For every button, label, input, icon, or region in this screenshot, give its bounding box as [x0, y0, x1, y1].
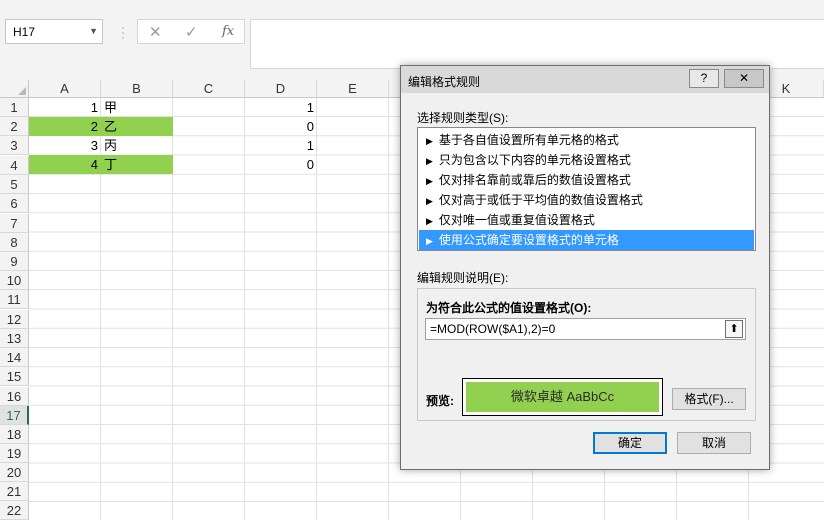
formula-header: 为符合此公式的值设置格式(O):: [426, 301, 592, 315]
cell-a1[interactable]: 1: [29, 98, 101, 117]
row-header-6[interactable]: 6: [0, 194, 29, 213]
triangle-right-icon: ▶: [426, 196, 433, 206]
cell-b1[interactable]: 甲: [101, 98, 173, 117]
rule-type-item-selected[interactable]: ▶ 使用公式确定要设置格式的单元格: [419, 230, 754, 250]
row-header-16[interactable]: 16: [0, 387, 29, 406]
name-box[interactable]: H17 ▼: [5, 19, 103, 44]
select-all-corner[interactable]: [0, 80, 29, 98]
row-header-17[interactable]: 17: [0, 406, 29, 425]
edit-format-rule-dialog: 编辑格式规则 ? ✕ 选择规则类型(S): ▶ 基于各自值设置所有单元格的格式 ▶…: [400, 65, 770, 470]
row-header-21[interactable]: 21: [0, 482, 29, 501]
rule-type-text: 仅对高于或低于平均值的数值设置格式: [438, 193, 643, 207]
drag-handle-icon[interactable]: · · ·: [121, 21, 125, 43]
rule-type-item[interactable]: ▶ 仅对排名靠前或靠后的数值设置格式: [419, 170, 754, 190]
rule-type-item[interactable]: ▶ 仅对高于或低于平均值的数值设置格式: [419, 190, 754, 210]
row-header-5[interactable]: 5: [0, 175, 29, 194]
insert-function-icon[interactable]: fx: [222, 24, 234, 39]
formula-buttons: ✕ ✓ fx: [137, 19, 245, 44]
col-header-e[interactable]: E: [317, 80, 389, 98]
row-header-4[interactable]: 4: [0, 156, 29, 175]
row-header-9[interactable]: 9: [0, 252, 29, 271]
triangle-right-icon: ▶: [426, 216, 433, 226]
col-header-c[interactable]: C: [173, 80, 245, 98]
cell-a4[interactable]: 4: [29, 155, 101, 174]
triangle-right-icon: ▶: [426, 156, 433, 166]
cell-b4[interactable]: 丁: [101, 155, 173, 174]
row-header-11[interactable]: 11: [0, 290, 29, 309]
cell-d1[interactable]: 1: [245, 98, 317, 117]
col-header-d[interactable]: D: [245, 80, 317, 98]
row-header-8[interactable]: 8: [0, 233, 29, 252]
cell-d3[interactable]: 1: [245, 136, 317, 155]
rule-type-item[interactable]: ▶ 基于各自值设置所有单元格的格式: [419, 130, 754, 150]
rule-type-text: 使用公式确定要设置格式的单元格: [438, 233, 619, 247]
dialog-title-bar[interactable]: 编辑格式规则 ? ✕: [401, 66, 769, 93]
row-header-22[interactable]: 22: [0, 501, 29, 520]
preview-sample-text: 微软卓越 AaBbCc: [466, 382, 659, 412]
rule-type-text: 仅对排名靠前或靠后的数值设置格式: [438, 173, 631, 187]
rule-type-text: 仅对唯一值或重复值设置格式: [438, 213, 595, 227]
ok-button[interactable]: 确定: [593, 432, 667, 454]
row-header-20[interactable]: 20: [0, 463, 29, 482]
cancel-icon[interactable]: ✕: [149, 23, 162, 41]
col-header-a[interactable]: A: [29, 80, 101, 98]
row-header-15[interactable]: 15: [0, 367, 29, 386]
cell-b3[interactable]: 丙: [101, 136, 173, 155]
enter-icon[interactable]: ✓: [185, 23, 198, 41]
cancel-button[interactable]: 取消: [677, 432, 751, 454]
triangle-right-icon: ▶: [426, 176, 433, 186]
chevron-down-icon[interactable]: ▼: [89, 26, 98, 36]
triangle-right-icon: ▶: [426, 236, 433, 246]
rule-type-item[interactable]: ▶ 仅对唯一值或重复值设置格式: [419, 210, 754, 230]
collapse-dialog-button[interactable]: ⬆: [725, 320, 743, 338]
rule-description-label: 编辑规则说明(E):: [417, 271, 509, 285]
row-header-3[interactable]: 3: [0, 136, 29, 155]
row-header-19[interactable]: 19: [0, 444, 29, 463]
row-header-12[interactable]: 12: [0, 310, 29, 329]
row-header-13[interactable]: 13: [0, 329, 29, 348]
rule-type-item[interactable]: ▶ 只为包含以下内容的单元格设置格式: [419, 150, 754, 170]
col-header-b[interactable]: B: [101, 80, 173, 98]
formula-field-value: =MOD(ROW($A1),2)=0: [430, 322, 556, 336]
format-button[interactable]: 格式(F)...: [672, 388, 746, 410]
row-header-14[interactable]: 14: [0, 348, 29, 367]
close-button[interactable]: ✕: [724, 69, 764, 88]
row-header-1[interactable]: 1: [0, 98, 29, 117]
formula-field[interactable]: =MOD(ROW($A1),2)=0 ⬆: [425, 318, 746, 340]
rule-type-text: 只为包含以下内容的单元格设置格式: [438, 153, 631, 167]
format-preview: 微软卓越 AaBbCc: [462, 378, 663, 416]
preview-label: 预览:: [426, 394, 454, 408]
cell-d2[interactable]: 0: [245, 117, 317, 136]
row-header-18[interactable]: 18: [0, 425, 29, 444]
arrow-up-icon: ⬆: [729, 323, 739, 335]
row-header-7[interactable]: 7: [0, 214, 29, 233]
formula-input[interactable]: [250, 19, 824, 69]
rule-type-list[interactable]: ▶ 基于各自值设置所有单元格的格式 ▶ 只为包含以下内容的单元格设置格式 ▶ 仅对排名…: [417, 127, 756, 251]
cell-a2[interactable]: 2: [29, 117, 101, 136]
cell-b2[interactable]: 乙: [101, 117, 173, 136]
rule-type-text: 基于各自值设置所有单元格的格式: [438, 133, 619, 147]
help-button[interactable]: ?: [689, 69, 719, 88]
name-box-value: H17: [13, 25, 36, 39]
dialog-title: 编辑格式规则: [408, 75, 481, 89]
cell-a3[interactable]: 3: [29, 136, 101, 155]
triangle-right-icon: ▶: [426, 136, 433, 146]
row-header-2[interactable]: 2: [0, 117, 29, 136]
cell-d4[interactable]: 0: [245, 155, 317, 174]
grid-line: [388, 98, 389, 520]
row-header-10[interactable]: 10: [0, 271, 29, 290]
rule-type-label: 选择规则类型(S):: [417, 111, 509, 125]
